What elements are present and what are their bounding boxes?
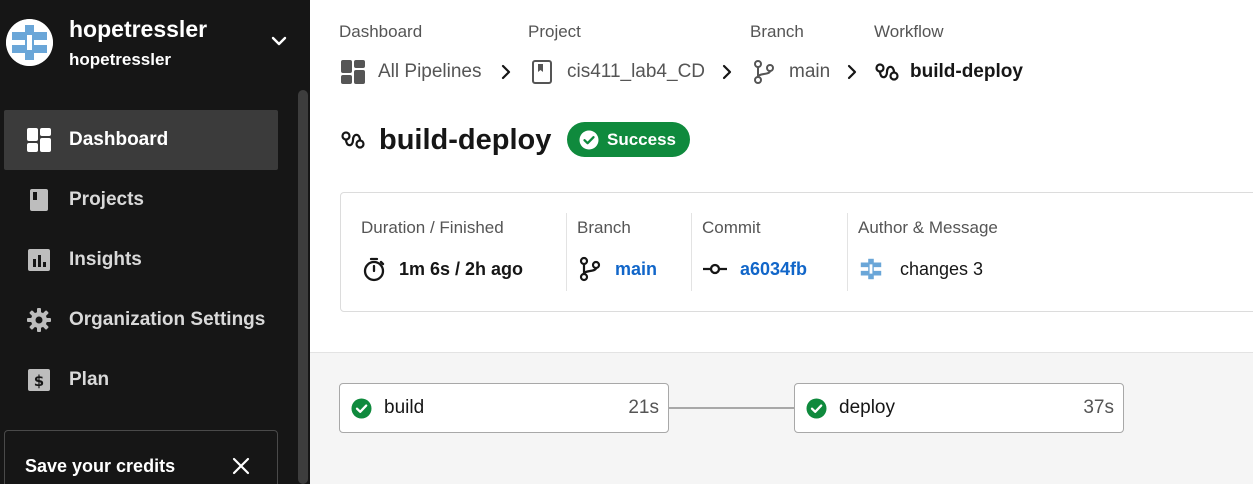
dollar-icon: $ — [25, 367, 52, 394]
main-content: Dashboard Project Branch Workflow All Pi… — [310, 0, 1253, 484]
chevron-right-icon — [847, 64, 857, 80]
chevron-right-icon — [722, 64, 732, 80]
duration-label: Duration / Finished — [361, 218, 504, 237]
sidebar: hopetressler hopetressler Dashboard Proj… — [0, 0, 310, 484]
sidebar-item-label: Projects — [69, 189, 144, 210]
avatar — [858, 256, 884, 282]
success-check-icon — [806, 398, 827, 419]
chevron-right-icon — [501, 64, 511, 80]
divider — [691, 213, 692, 291]
author-label: Author & Message — [858, 218, 998, 237]
commit-link[interactable]: a6034fb — [740, 259, 807, 280]
page-title: build-deploy — [379, 123, 552, 156]
status-badge: Success — [567, 122, 690, 157]
workflow-icon — [340, 127, 366, 153]
sidebar-item-label: Organization Settings — [69, 309, 266, 330]
sidebar-scrollbar[interactable] — [298, 90, 308, 484]
sidebar-item-organization-settings[interactable]: Organization Settings — [0, 290, 296, 350]
project-icon — [25, 187, 52, 214]
org-subtitle: hopetressler — [69, 50, 172, 69]
branch-icon — [751, 59, 777, 85]
sidebar-item-insights[interactable]: Insights — [0, 230, 296, 290]
status-label: Success — [607, 129, 676, 149]
breadcrumb-heading-project: Project — [528, 22, 581, 41]
breadcrumb-heading-dashboard: Dashboard — [339, 22, 423, 41]
org-avatar — [6, 19, 53, 66]
dashboard-icon — [340, 59, 366, 85]
sidebar-nav: Dashboard Projects Insights Organization… — [0, 110, 296, 410]
job-connector — [668, 407, 794, 409]
save-credits-banner: Save your credits — [4, 430, 278, 484]
commit-message: changes 3 — [900, 258, 984, 279]
divider — [566, 213, 567, 291]
sidebar-item-plan[interactable]: $ Plan — [0, 350, 296, 410]
branch-link[interactable]: main — [615, 259, 657, 280]
org-switcher[interactable]: hopetressler hopetressler — [0, 0, 310, 88]
timer-icon — [361, 256, 387, 282]
dashboard-icon — [25, 127, 52, 154]
job-name: build — [384, 397, 425, 418]
commit-value-row[interactable]: a6034fb — [702, 256, 807, 282]
org-name: hopetressler — [69, 16, 208, 42]
job-duration: 37s — [1083, 397, 1114, 418]
workflow-title: build-deploy — [340, 122, 551, 158]
breadcrumb-heading-workflow: Workflow — [874, 22, 944, 41]
breadcrumb-project[interactable]: cis411_lab4_CD — [529, 59, 705, 85]
breadcrumb-label: build-deploy — [910, 61, 1023, 82]
workflow-info-card: Duration / Finished 1m 6s / 2h ago Branc… — [340, 192, 1253, 312]
breadcrumb-all-pipelines[interactable]: All Pipelines — [340, 59, 482, 85]
breadcrumb-label: All Pipelines — [378, 61, 482, 82]
branch-label: Branch — [577, 218, 631, 237]
sidebar-item-label: Plan — [69, 369, 110, 390]
workflow-header-area: Dashboard Project Branch Workflow All Pi… — [310, 0, 1253, 353]
breadcrumb-label: cis411_lab4_CD — [567, 61, 706, 82]
job-duration: 21s — [628, 397, 659, 418]
breadcrumb-branch[interactable]: main — [751, 59, 830, 85]
sidebar-item-projects[interactable]: Projects — [0, 170, 296, 230]
sidebar-item-label: Dashboard — [69, 129, 169, 150]
breadcrumb-workflow[interactable]: build-deploy — [874, 59, 1023, 85]
project-icon — [529, 59, 555, 85]
author-value-row: changes 3 — [858, 256, 983, 282]
duration-value: 1m 6s / 2h ago — [399, 258, 524, 279]
sidebar-item-dashboard[interactable]: Dashboard — [4, 110, 278, 170]
chevron-down-icon[interactable] — [268, 30, 290, 52]
workflow-icon — [874, 59, 900, 85]
commit-label: Commit — [702, 218, 761, 237]
job-name: deploy — [839, 397, 895, 418]
success-check-icon — [351, 398, 372, 419]
branch-value-row[interactable]: main — [577, 256, 657, 282]
credits-title: Save your credits — [25, 456, 176, 476]
insights-icon — [25, 247, 52, 274]
job-card-build[interactable]: build 21s — [339, 383, 669, 433]
sidebar-item-label: Insights — [69, 249, 142, 270]
gear-icon — [25, 307, 52, 334]
duration-value-row: 1m 6s / 2h ago — [361, 256, 523, 282]
breadcrumb-label: main — [789, 61, 831, 82]
check-circle-icon — [579, 130, 599, 149]
divider — [847, 213, 848, 291]
breadcrumb-heading-branch: Branch — [750, 22, 804, 41]
branch-icon — [577, 256, 603, 282]
job-card-deploy[interactable]: deploy 37s — [794, 383, 1124, 433]
commit-icon — [702, 256, 728, 282]
close-icon[interactable] — [232, 457, 250, 475]
svg-text:$: $ — [33, 372, 43, 390]
